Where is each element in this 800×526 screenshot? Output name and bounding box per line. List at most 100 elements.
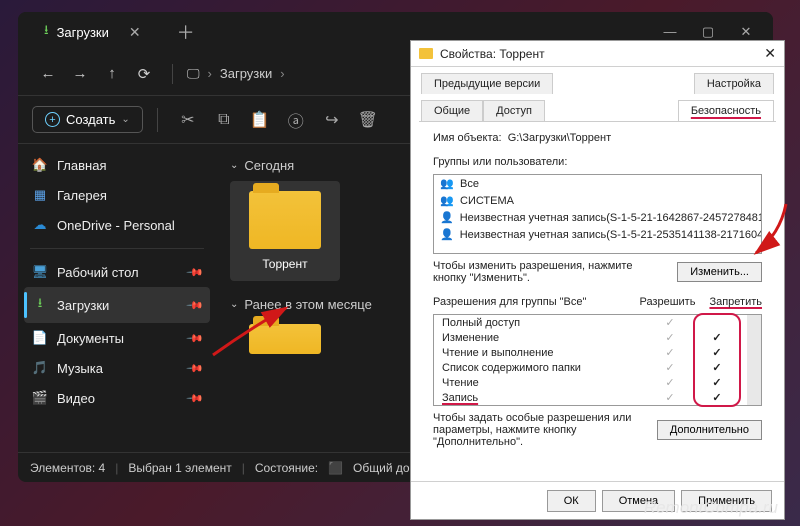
chevron-right-icon: ›	[280, 66, 284, 81]
sidebar-item-music[interactable]: 🎵Музыка📌	[18, 353, 216, 383]
folder-label: Торрент	[262, 257, 307, 271]
close-tab-icon[interactable]: ✕	[129, 24, 141, 41]
pin-icon: 📌	[186, 359, 205, 378]
permission-label: Чтение и выполнение	[442, 347, 645, 359]
permission-label: Изменение	[442, 332, 645, 344]
window-controls: — ▢ ✕	[661, 24, 765, 40]
sidebar-item-label: OneDrive - Personal	[57, 218, 175, 233]
ok-button[interactable]: ОК	[547, 490, 596, 512]
allow-check: ✓	[645, 391, 695, 404]
sidebar-item-desktop[interactable]: 🖥Рабочий стол📌	[18, 257, 216, 287]
status-selected: Выбран 1 элемент	[128, 461, 231, 475]
chevron-down-icon: ⌄	[230, 160, 238, 171]
close-dialog-button[interactable]: ✕	[764, 45, 776, 62]
gallery-icon: ▦	[32, 187, 48, 203]
refresh-button[interactable]: ⟳	[130, 60, 158, 88]
permissions-list: Полный доступ✓Изменение✓✓Чтение и выполн…	[433, 314, 762, 406]
breadcrumb[interactable]: 🖵 › Загрузки ›	[187, 66, 285, 82]
edit-permissions-button[interactable]: Изменить...	[677, 262, 762, 282]
dialog-title-bar: Свойства: Торрент ✕	[411, 41, 784, 67]
copy-button[interactable]: ⧉	[208, 104, 240, 136]
home-icon: 🏠	[32, 157, 48, 173]
tab-general[interactable]: Общие	[421, 100, 483, 121]
pin-icon: 📌	[186, 389, 205, 408]
list-item[interactable]: 👥СИСТЕМА	[434, 192, 761, 209]
list-item[interactable]: 👥Все	[434, 175, 761, 192]
allow-check: ✓	[645, 361, 695, 374]
edit-hint-text: Чтобы изменить разрешения, нажмите кнопк…	[433, 260, 633, 284]
back-button[interactable]: ←	[34, 60, 62, 88]
tab-security[interactable]: Безопасность	[678, 100, 774, 121]
desktop-icon: 🖥	[32, 264, 48, 280]
new-tab-button[interactable]: ＋	[177, 19, 195, 45]
delete-button[interactable]: 🗑	[352, 104, 384, 136]
paste-button[interactable]: 📋	[244, 104, 276, 136]
folder-icon	[249, 191, 321, 249]
list-item[interactable]: 👤Неизвестная учетная запись(S-1-5-21-253…	[434, 226, 761, 243]
permission-row: Список содержимого папки✓✓	[434, 360, 747, 375]
share-status-icon: ⬛	[328, 461, 343, 475]
group-label: Ранее в этом месяце	[244, 297, 371, 312]
close-window-button[interactable]: ✕	[737, 24, 755, 40]
pin-icon: 📌	[186, 329, 205, 348]
sidebar-item-downloads[interactable]: ⭳Загрузки📌	[24, 287, 210, 323]
deny-check: ✓	[695, 361, 739, 374]
sidebar-item-onedrive[interactable]: ☁OneDrive - Personal	[18, 210, 216, 240]
download-icon: ⭳	[32, 294, 48, 316]
group-icon: 👥	[440, 177, 454, 190]
sidebar-item-home[interactable]: 🏠 Главная	[18, 150, 216, 180]
groups-listbox[interactable]: 👥Все 👥СИСТЕМА 👤Неизвестная учетная запис…	[433, 174, 762, 254]
groups-label: Группы или пользователи:	[433, 156, 762, 168]
videos-icon: 🎬	[32, 390, 48, 406]
folder-item[interactable]	[230, 320, 340, 354]
list-item[interactable]: 👤Неизвестная учетная запись(S-1-5-21-164…	[434, 209, 761, 226]
permission-row: Изменение✓✓	[434, 330, 747, 345]
cancel-button[interactable]: Отмена	[602, 490, 675, 512]
status-state-label: Состояние:	[255, 461, 318, 475]
scrollbar[interactable]	[747, 315, 761, 405]
sidebar-item-documents[interactable]: 📄Документы📌	[18, 323, 216, 353]
download-icon: ⭳	[44, 21, 49, 43]
allow-column-header: Разрешить	[639, 296, 695, 308]
permission-label: Полный доступ	[442, 317, 645, 329]
sidebar-item-label: Рабочий стол	[57, 265, 139, 280]
chevron-right-icon: ›	[208, 66, 212, 81]
sidebar: 🏠 Главная ▦Галерея ☁OneDrive - Personal 🖥…	[18, 144, 216, 452]
tab-title: Загрузки	[57, 25, 109, 40]
rename-button[interactable]: ⓐ	[280, 104, 312, 136]
sidebar-item-label: Документы	[57, 331, 124, 346]
folder-icon	[249, 324, 321, 354]
tab-settings[interactable]: Настройка	[694, 73, 774, 94]
minimize-button[interactable]: —	[661, 24, 679, 40]
up-button[interactable]: ↑	[98, 60, 126, 88]
tab-sharing[interactable]: Доступ	[483, 100, 545, 121]
apply-button[interactable]: Применить	[681, 490, 772, 512]
deny-check: ✓	[695, 331, 739, 344]
permission-row: Запись✓✓	[434, 390, 747, 405]
window-tab[interactable]: ⭳ Загрузки ✕	[26, 12, 159, 52]
sidebar-item-videos[interactable]: 🎬 Видео 📌	[18, 383, 216, 413]
group-label: Сегодня	[244, 158, 294, 173]
create-button[interactable]: + Создать ⌄	[32, 106, 143, 133]
forward-button[interactable]: →	[66, 60, 94, 88]
permission-label: Запись	[442, 392, 645, 404]
create-label: Создать	[66, 112, 115, 127]
permission-row: Чтение и выполнение✓✓	[434, 345, 747, 360]
crumb-segment[interactable]: Загрузки	[220, 66, 272, 81]
tab-previous-versions[interactable]: Предыдущие версии	[421, 73, 553, 94]
sidebar-item-label: Главная	[57, 158, 106, 173]
group-icon: 👥	[440, 194, 454, 207]
folder-icon	[419, 48, 433, 59]
deny-check: ✓	[695, 391, 739, 404]
share-button[interactable]: ↪	[316, 104, 348, 136]
folder-item-torrent[interactable]: Торрент	[230, 181, 340, 281]
sidebar-item-label: Видео	[57, 391, 95, 406]
music-icon: 🎵	[32, 360, 48, 376]
advanced-button[interactable]: Дополнительно	[657, 420, 762, 440]
maximize-button[interactable]: ▢	[699, 24, 717, 40]
allow-check: ✓	[645, 316, 695, 329]
sidebar-item-gallery[interactable]: ▦Галерея	[18, 180, 216, 210]
permission-row: Полный доступ✓	[434, 315, 747, 330]
cut-button[interactable]: ✂	[172, 104, 204, 136]
dialog-title: Свойства: Торрент	[440, 47, 545, 61]
